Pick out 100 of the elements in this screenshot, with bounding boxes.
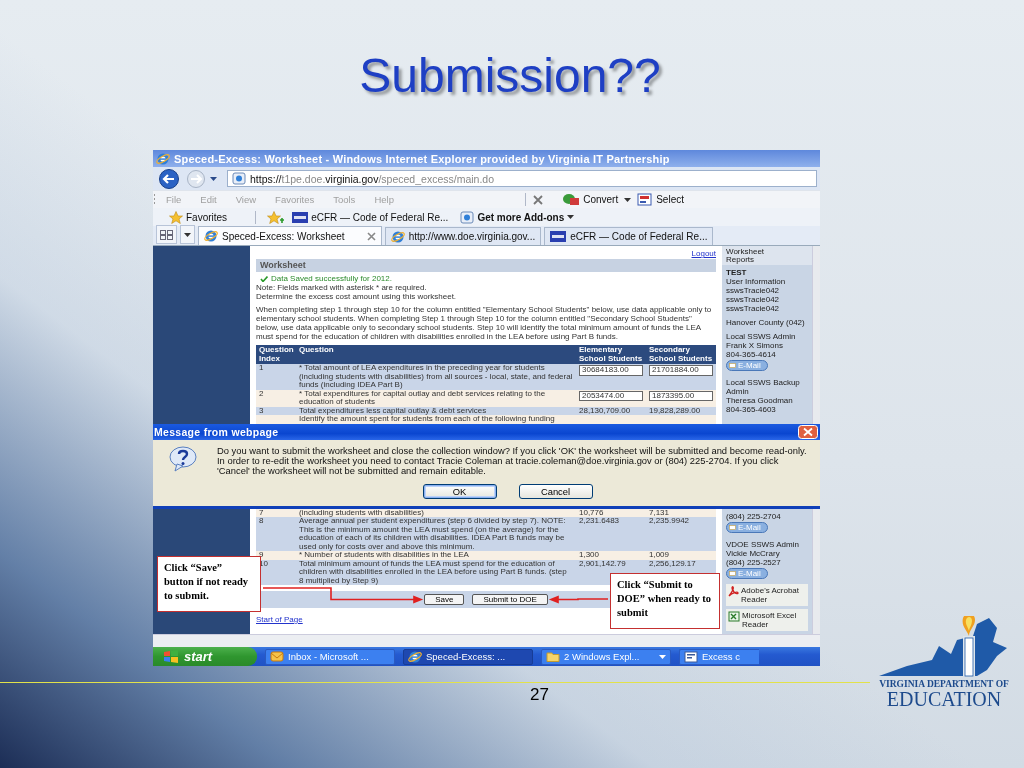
section-title: Worksheet <box>260 261 306 270</box>
stop-icon[interactable] <box>532 194 545 205</box>
checkmark-icon <box>260 275 268 282</box>
sidebar-text: Local SSWS Admin <box>726 332 797 341</box>
taskbar-button[interactable]: Inbox - Microsoft ... <box>265 648 395 665</box>
nav-link[interactable]: Reports <box>722 254 812 265</box>
save-button[interactable]: Save <box>424 594 465 605</box>
table-cell: 10,776 <box>576 508 646 517</box>
star-icon <box>169 210 183 224</box>
question-icon <box>169 445 199 472</box>
sidebar-heading: TEST <box>726 268 748 277</box>
table-cell: 19,828,289.00 <box>646 406 716 415</box>
table-cell: 1 <box>256 364 296 390</box>
table-cell: Total expenditures less capital outlay & debt services <box>296 406 576 415</box>
start-button[interactable]: start <box>153 647 257 666</box>
sidebar-text: (804) 225-2704 <box>726 511 782 521</box>
browser-tab[interactable]: Speced-Excess: Worksheet <box>198 226 382 245</box>
table-cell: 3 <box>256 406 296 415</box>
back-button[interactable] <box>156 168 182 189</box>
caret-icon <box>659 654 666 659</box>
sidebar-text: Frank X Simons <box>726 341 784 350</box>
taskbar-button[interactable]: Excess c <box>679 648 759 665</box>
taskbar-button[interactable]: Speced-Excess: ... <box>403 648 533 665</box>
table-cell: 1,300 <box>576 551 646 560</box>
browser-icon <box>204 229 218 243</box>
page-number: 27 <box>530 685 549 705</box>
column-header: Elementary School Students <box>576 345 646 364</box>
favorite-link[interactable]: eCFR — Code of Federal Re... <box>288 211 453 223</box>
sidebar-text: sswsTracie042 <box>726 286 781 295</box>
sidebar-text: User Information <box>726 277 787 286</box>
column-header: Secondary School Students <box>646 345 716 364</box>
grip-icon <box>153 193 156 206</box>
table-cell: 7 <box>256 508 296 517</box>
caret-icon <box>624 197 632 202</box>
envelope-icon <box>270 651 284 662</box>
number-field[interactable]: 2053474.00 <box>579 390 643 401</box>
table-cell: 7,131 <box>646 508 716 517</box>
callout-tooltip: Click “Submit to DOE” when ready to submit <box>610 573 720 629</box>
success-message: Data Saved successfully for 2012. <box>271 274 392 283</box>
sidebar-text: Local SSWS Backup Admin <box>726 378 801 396</box>
envelope-icon <box>729 524 736 530</box>
sidebar-text: 804-365-4614 <box>726 350 777 359</box>
callout-tooltip: Click “Save” button if not ready to submit. <box>157 556 261 612</box>
close-button[interactable] <box>798 424 818 439</box>
grid-icon <box>160 229 173 240</box>
browser-tab[interactable]: eCFR — Code of Federal Re... <box>544 227 714 245</box>
browser-icon <box>390 229 405 244</box>
add-favorite-icon[interactable] <box>266 210 285 224</box>
cancel-button[interactable]: Cancel <box>518 483 593 499</box>
number-field[interactable]: 1873395.00 <box>649 390 713 401</box>
sidebar-text: (804) 225-2527 <box>726 557 782 567</box>
table-cell: 8 <box>256 517 296 551</box>
pointer-arrow <box>548 595 609 604</box>
number-field[interactable]: 30684183.00 <box>579 365 643 376</box>
instructions-text: When completing step 1 through step 10 for the column entitled "Elementary School Students" below, use data applicable only to elementary school students. When completing Step 1 through Step 10 for the column entitled "Secondary School Students" below, use data applicable only to secondary school students. Step 10 will identify the total minimum amount of funds the LEA must spend for the education of children with disabilities enrolled in the LEA before using Part B funds. <box>256 305 713 341</box>
sidebar-text: Vickie McCrary <box>726 548 780 558</box>
table-cell: 28,130,709.00 <box>576 406 646 415</box>
ok-button[interactable]: OK <box>422 483 497 499</box>
table-cell: Total minimum amount of funds the LEA must spend for the education of children with disabilities enrolled in the LEA before using Part B funds. (step 8 multiplied by Step 9) <box>296 559 576 585</box>
favorites-button[interactable]: Favorites <box>165 210 232 224</box>
table-cell: 2,231.6483 <box>576 517 646 551</box>
add-ons-link[interactable]: Get more Add-ons <box>456 210 579 224</box>
note-text: Determine the excess cost amount using this worksheet. <box>256 292 458 301</box>
sidebar-text: 804-365-4603 <box>726 405 777 414</box>
number-field[interactable]: 21701884.00 <box>649 365 713 376</box>
envelope-icon <box>729 570 736 576</box>
slide-title: Submission?? <box>359 47 661 103</box>
caret-icon <box>184 232 191 237</box>
sidebar-text: VDOE SSWS Admin <box>726 539 800 549</box>
select-button[interactable]: Select <box>631 193 690 206</box>
browser-icon <box>156 151 170 166</box>
column-header: Question Index <box>256 345 296 364</box>
table-cell: Identify the amount spent for students from each of the following funding <box>296 415 576 424</box>
dialog-title: Message from webpage <box>154 425 279 438</box>
note-text: Note: Fields marked with asterisk * are required. <box>256 283 428 292</box>
sidebar-text: Hanover County (042) <box>726 318 806 327</box>
table-cell: Average annual per student expenditures (step 6 divided by step 7). NOTE: This is the minimum amount the LEA must spend (on the average) for the education of each of its children with disabilities. IDEA Part B funds may be used only for costs over and above this minimum. <box>296 517 576 551</box>
logout-link[interactable]: Logout <box>691 249 716 258</box>
address-field[interactable]: https://t1pe.doe.virginia.gov/speced_excess/main.do <box>227 170 817 187</box>
dialog-message: Do you want to submit the worksheet and close the collection window? If you click 'OK' the worksheet will be submitted and become read-only. In order to re-edit the worksheet you need to contact Tracie Coleman at tracie.coleman@doe.virginia.gov or (804) 225-2704. If you click 'Cancel' the worksheet will not be submitted and remain editable. <box>217 445 808 476</box>
select-icon <box>637 193 654 206</box>
badge-icon <box>292 211 309 223</box>
tab-list-button[interactable] <box>180 225 195 244</box>
browser-tab[interactable]: http://www.doe.virginia.gov... <box>384 227 542 245</box>
submit-button[interactable]: Submit to DOE <box>472 594 548 605</box>
caret-icon <box>567 215 575 219</box>
taskbar-button[interactable]: 2 Windows Expl... <box>541 648 671 665</box>
table-cell: 1,009 <box>646 551 716 560</box>
convert-button[interactable]: Convert <box>556 193 625 206</box>
envelope-icon <box>729 363 736 368</box>
badge-icon <box>550 231 567 242</box>
window-title: Speced-Excess: Worksheet - Windows Internet Explorer provided by Virginia IT Partnership <box>174 152 670 165</box>
sidebar-text: sswsTracie042 <box>726 304 781 313</box>
quick-tabs-button[interactable] <box>156 225 177 244</box>
windows-logo-icon <box>163 650 179 663</box>
folder-icon <box>546 651 560 662</box>
browser-icon <box>408 649 422 664</box>
close-icon[interactable] <box>366 231 376 241</box>
start-of-page-link[interactable]: Start of Page <box>256 615 303 624</box>
table-cell: * Total amount of LEA expenditures in the preceding year for students (including students with disabilities) from all sources - local, state, and federal funds (including IDEA Part B) <box>296 364 576 390</box>
